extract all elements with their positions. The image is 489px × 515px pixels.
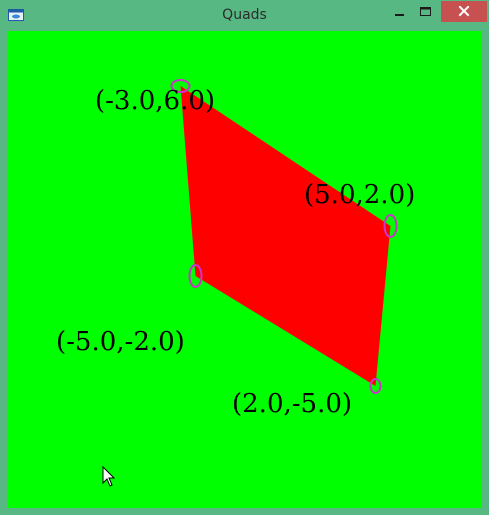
maximize-icon bbox=[420, 7, 431, 16]
title-bar[interactable]: Quads bbox=[0, 0, 489, 31]
close-button[interactable] bbox=[441, 1, 487, 22]
mouse-pointer-icon bbox=[102, 465, 116, 487]
app-window: Quads (-3.0,6.0) (5.0,2.0) (2.0,-5.0) (-… bbox=[0, 0, 489, 515]
maximize-button[interactable] bbox=[412, 1, 439, 22]
minimize-icon bbox=[395, 14, 404, 16]
vertex-label-left: (-5.0,-2.0) bbox=[56, 327, 185, 357]
render-viewport[interactable]: (-3.0,6.0) (5.0,2.0) (2.0,-5.0) (-5.0,-2… bbox=[8, 31, 481, 508]
vertex-label-bottom: (2.0,-5.0) bbox=[232, 389, 352, 419]
close-icon bbox=[458, 5, 470, 17]
red-quad bbox=[180, 86, 391, 386]
vertex-label-right: (5.0,2.0) bbox=[304, 180, 415, 210]
vertex-label-top: (-3.0,6.0) bbox=[95, 86, 215, 116]
minimize-button[interactable] bbox=[386, 1, 412, 22]
quad-canvas: (-3.0,6.0) (5.0,2.0) (2.0,-5.0) (-5.0,-2… bbox=[56, 79, 415, 487]
